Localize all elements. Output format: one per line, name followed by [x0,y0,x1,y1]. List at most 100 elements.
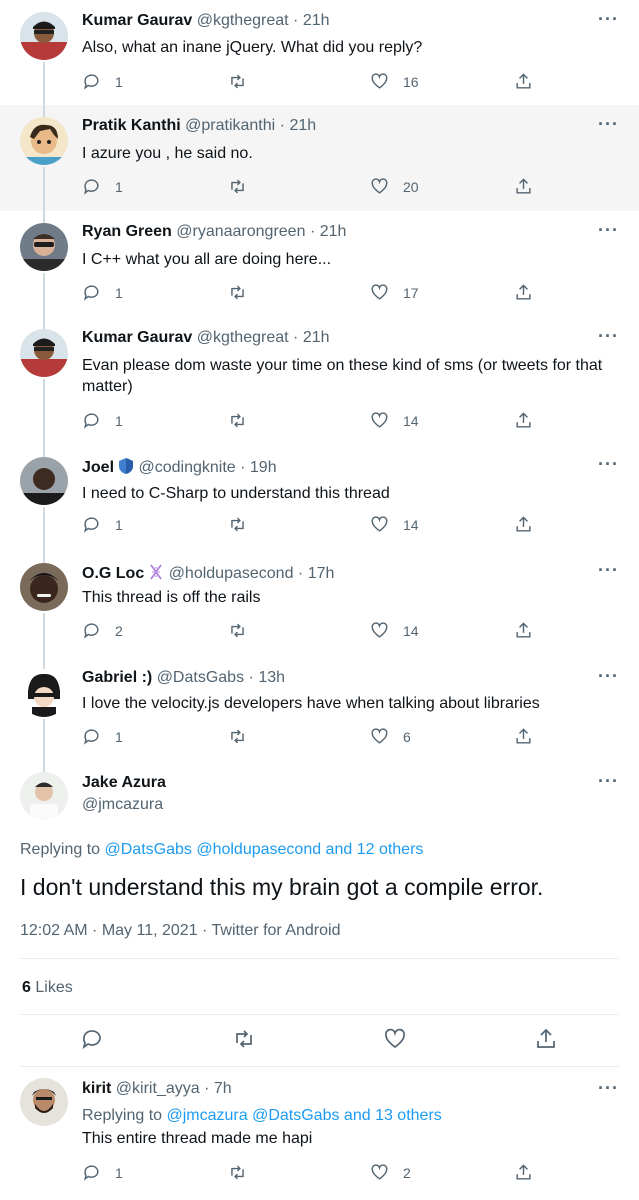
author-handle[interactable]: @kgthegreat [197,329,289,346]
timestamp[interactable]: 13h [258,669,285,686]
author-name[interactable]: Kumar Gaurav [82,329,192,346]
thread-line [43,613,45,657]
reply-icon [82,72,101,91]
thread-line [43,719,45,763]
author-name[interactable]: Kumar Gaurav [82,12,192,29]
likes-summary[interactable]: 6 Likes [22,979,73,997]
reply-button[interactable]: 1 [82,177,123,196]
share-button[interactable] [514,727,533,746]
tweet[interactable]: kirit @kirit_ayya · 7h ··· Replying to @… [0,1067,639,1200]
more-options-icon[interactable]: ··· [598,327,619,345]
author-name[interactable]: Joel [82,459,114,476]
more-options-icon[interactable]: ··· [598,10,619,28]
avatar[interactable] [20,669,68,717]
author-handle[interactable]: @ryanaarongreen [176,223,305,240]
tweet[interactable]: Gabriel :) @DatsGabs · 13h ··· I love th… [0,657,639,763]
more-options-icon[interactable]: ··· [598,667,619,685]
like-button[interactable]: 14 [370,621,419,640]
more-options-icon[interactable]: ··· [598,115,619,133]
tweet[interactable]: Pratik Kanthi @pratikanthi · 21h ··· I a… [0,105,639,211]
like-button[interactable]: 20 [370,177,419,196]
timestamp[interactable]: 21h [320,223,347,240]
avatar[interactable] [20,223,68,271]
timestamp[interactable]: 21h [303,329,330,346]
thread-line [43,551,45,563]
tweet-timestamp-source[interactable]: 12:02 AM · May 11, 2021 · Twitter for An… [20,922,340,940]
share-button[interactable] [514,1163,533,1182]
retweet-button[interactable] [232,1027,256,1051]
more-options-icon[interactable]: ··· [598,561,619,579]
timestamp[interactable]: 19h [250,459,277,476]
thread-line [43,211,45,223]
retweet-button[interactable] [228,411,247,430]
share-button[interactable] [514,177,533,196]
tweet[interactable]: Kumar Gaurav @kgthegreat · 21h ··· Also,… [0,0,639,105]
author-name[interactable]: Ryan Green [82,223,172,240]
retweet-button[interactable] [228,177,247,196]
reply-button[interactable]: 1 [82,727,123,746]
share-icon [514,177,533,196]
like-button[interactable]: 17 [370,283,419,302]
timestamp[interactable]: 7h [214,1080,232,1097]
author-name[interactable]: O.G Loc [82,565,144,582]
author-name[interactable]: Pratik Kanthi [82,117,181,134]
retweet-button[interactable] [228,283,247,302]
reply-button[interactable]: 2 [82,621,123,640]
share-button[interactable] [514,72,533,91]
tweet[interactable]: Ryan Green @ryanaarongreen · 21h ··· I C… [0,211,639,317]
avatar[interactable] [20,117,68,165]
avatar[interactable] [20,457,68,505]
reply-button[interactable]: 1 [82,283,123,302]
focused-author-handle[interactable]: @jmcazura [82,796,163,814]
share-button[interactable] [514,283,533,302]
tweet[interactable]: Joel @codingknite · 19h ··· I need to C-… [0,445,639,551]
reply-button[interactable]: 1 [82,72,123,91]
author-handle[interactable]: @kirit_ayya [116,1080,200,1097]
tweet-text: I need to C-Sharp to understand this thr… [82,483,622,504]
like-button[interactable]: 6 [370,727,411,746]
timestamp[interactable]: 17h [308,565,335,582]
reply-button[interactable] [80,1027,104,1051]
more-options-icon[interactable]: ··· [598,772,619,790]
avatar[interactable] [20,563,68,611]
retweet-button[interactable] [228,727,247,746]
like-button[interactable]: 14 [370,515,419,534]
timestamp[interactable]: 21h [289,117,316,134]
reply-button[interactable]: 1 [82,1163,123,1182]
reply-button[interactable]: 1 [82,411,123,430]
like-button[interactable]: 2 [370,1163,411,1182]
reply-icon [82,727,101,746]
share-button[interactable] [534,1027,558,1051]
replying-to-links[interactable]: @jmcazura @DatsGabs and 13 others [167,1107,442,1124]
retweet-button[interactable] [228,515,247,534]
focused-author-name[interactable]: Jake Azura [82,774,166,792]
like-button[interactable]: 16 [370,72,419,91]
avatar[interactable] [20,1078,68,1126]
author-handle[interactable]: @kgthegreat [197,12,289,29]
tweet[interactable]: Kumar Gaurav @kgthegreat · 21h ··· Evan … [0,317,639,445]
more-options-icon[interactable]: ··· [598,455,619,473]
replying-to-links[interactable]: @DatsGabs @holdupasecond and 12 others [105,841,424,858]
author-name[interactable]: kirit [82,1080,111,1097]
author-handle[interactable]: @DatsGabs [157,669,244,686]
like-button[interactable] [383,1027,407,1051]
author-handle[interactable]: @pratikanthi [185,117,275,134]
reply-button[interactable]: 1 [82,515,123,534]
author-handle[interactable]: @codingknite [138,459,235,476]
share-button[interactable] [514,621,533,640]
author-name[interactable]: Gabriel :) [82,669,152,686]
avatar[interactable] [20,329,68,377]
author-handle[interactable]: @holdupasecond [169,565,294,582]
like-button[interactable]: 14 [370,411,419,430]
retweet-button[interactable] [228,621,247,640]
more-options-icon[interactable]: ··· [598,1079,619,1097]
retweet-button[interactable] [228,72,247,91]
share-button[interactable] [514,411,533,430]
retweet-button[interactable] [228,1163,247,1182]
share-button[interactable] [514,515,533,534]
timestamp[interactable]: 21h [303,12,330,29]
avatar[interactable] [20,772,68,820]
tweet[interactable]: O.G Loc @holdupasecond · 17h ··· This th… [0,551,639,657]
avatar[interactable] [20,12,68,60]
more-options-icon[interactable]: ··· [598,221,619,239]
